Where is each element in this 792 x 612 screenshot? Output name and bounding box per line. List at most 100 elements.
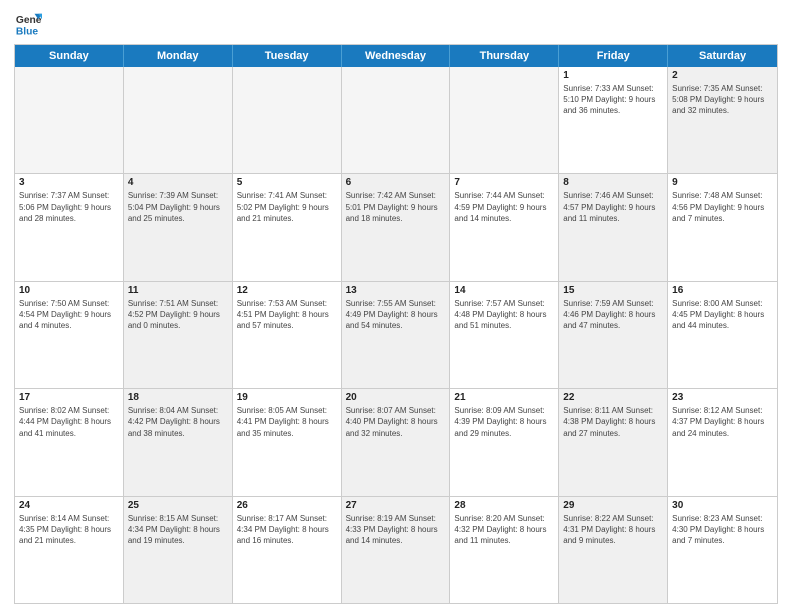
calendar-empty-cell [233,67,342,173]
day-info: Sunrise: 8:22 AM Sunset: 4:31 PM Dayligh… [563,513,663,547]
day-number: 22 [563,392,663,403]
logo: General Blue [14,10,42,38]
day-number: 1 [563,70,663,81]
calendar-day-8: 8Sunrise: 7:46 AM Sunset: 4:57 PM Daylig… [559,174,668,280]
day-info: Sunrise: 8:12 AM Sunset: 4:37 PM Dayligh… [672,405,773,439]
day-number: 4 [128,177,228,188]
calendar-day-26: 26 Sunrise: 8:17 AM Sunset: 4:34 PM Dayli… [233,497,342,603]
day-info: Sunrise: 7:48 AM Sunset: 4:56 PM Dayligh… [672,190,773,224]
calendar-day-21: 21Sunrise: 8:09 AM Sunset: 4:39 PM Dayli… [450,389,559,495]
day-info: Sunrise: 7:55 AM Sunset: 4:49 PM Dayligh… [346,298,446,332]
day-info: Sunrise: 8:23 AM Sunset: 4:30 PM Dayligh… [672,513,773,547]
day-info: Sunrise: 7:41 AM Sunset: 5:02 PM Dayligh… [237,190,337,224]
day-info: Sunrise: 7:35 AM Sunset: 5:08 PM Dayligh… [672,83,773,117]
weekday-header-wednesday: Wednesday [342,45,451,67]
calendar-day-23: 23Sunrise: 8:12 AM Sunset: 4:37 PM Dayli… [668,389,777,495]
calendar-row-4: 24Sunrise: 8:14 AM Sunset: 4:35 PM Dayli… [15,497,777,603]
calendar-day-2: 2 Sunrise: 7:35 AM Sunset: 5:08 PM Daylig… [668,67,777,173]
day-number: 5 [237,177,337,188]
weekday-header-thursday: Thursday [450,45,559,67]
calendar-day-14: 14 Sunrise: 7:57 AM Sunset: 4:48 PM Dayli… [450,282,559,388]
calendar-day-19: 19 Sunrise: 8:05 AM Sunset: 4:41 PM Dayli… [233,389,342,495]
day-info: Sunrise: 7:44 AM Sunset: 4:59 PM Dayligh… [454,190,554,224]
calendar-day-12: 12Sunrise: 7:53 AM Sunset: 4:51 PM Dayli… [233,282,342,388]
calendar-empty-cell [450,67,559,173]
day-info: Sunrise: 8:11 AM Sunset: 4:38 PM Dayligh… [563,405,663,439]
day-info: Sunrise: 7:42 AM Sunset: 5:01 PM Dayligh… [346,190,446,224]
day-info: Sunrise: 7:59 AM Sunset: 4:46 PM Dayligh… [563,298,663,332]
day-number: 27 [346,500,446,511]
day-info: Sunrise: 7:39 AM Sunset: 5:04 PM Dayligh… [128,190,228,224]
day-number: 7 [454,177,554,188]
calendar-day-11: 11 Sunrise: 7:51 AM Sunset: 4:52 PM Dayli… [124,282,233,388]
day-number: 2 [672,70,773,81]
day-number: 17 [19,392,119,403]
day-info: Sunrise: 8:17 AM Sunset: 4:34 PM Dayligh… [237,513,337,547]
day-number: 18 [128,392,228,403]
day-number: 10 [19,285,119,296]
calendar-day-25: 25 Sunrise: 8:15 AM Sunset: 4:34 PM Dayli… [124,497,233,603]
logo-icon: General Blue [14,10,42,38]
day-info: Sunrise: 8:20 AM Sunset: 4:32 PM Dayligh… [454,513,554,547]
day-number: 16 [672,285,773,296]
calendar-day-3: 3Sunrise: 7:37 AM Sunset: 5:06 PM Daylig… [15,174,124,280]
calendar-day-15: 15Sunrise: 7:59 AM Sunset: 4:46 PM Dayli… [559,282,668,388]
calendar-row-3: 17 Sunrise: 8:02 AM Sunset: 4:44 PM Dayli… [15,389,777,496]
day-info: Sunrise: 8:15 AM Sunset: 4:34 PM Dayligh… [128,513,228,547]
day-info: Sunrise: 7:57 AM Sunset: 4:48 PM Dayligh… [454,298,554,332]
svg-text:Blue: Blue [16,26,39,37]
page-header: General Blue [14,10,778,38]
calendar-body: 1 Sunrise: 7:33 AM Sunset: 5:10 PM Daylig… [15,67,777,603]
calendar-day-13: 13 Sunrise: 7:55 AM Sunset: 4:49 PM Dayli… [342,282,451,388]
calendar-day-10: 10 Sunrise: 7:50 AM Sunset: 4:54 PM Dayli… [15,282,124,388]
day-number: 29 [563,500,663,511]
day-number: 9 [672,177,773,188]
day-info: Sunrise: 8:14 AM Sunset: 4:35 PM Dayligh… [19,513,119,547]
day-number: 25 [128,500,228,511]
calendar-day-6: 6 Sunrise: 7:42 AM Sunset: 5:01 PM Daylig… [342,174,451,280]
day-info: Sunrise: 7:50 AM Sunset: 4:54 PM Dayligh… [19,298,119,332]
calendar-day-20: 20Sunrise: 8:07 AM Sunset: 4:40 PM Dayli… [342,389,451,495]
day-number: 6 [346,177,446,188]
day-number: 19 [237,392,337,403]
day-info: Sunrise: 8:00 AM Sunset: 4:45 PM Dayligh… [672,298,773,332]
day-info: Sunrise: 8:02 AM Sunset: 4:44 PM Dayligh… [19,405,119,439]
day-info: Sunrise: 8:09 AM Sunset: 4:39 PM Dayligh… [454,405,554,439]
day-number: 13 [346,285,446,296]
day-info: Sunrise: 8:07 AM Sunset: 4:40 PM Dayligh… [346,405,446,439]
calendar-header: SundayMondayTuesdayWednesdayThursdayFrid… [15,45,777,67]
calendar-row-1: 3Sunrise: 7:37 AM Sunset: 5:06 PM Daylig… [15,174,777,281]
calendar-day-22: 22 Sunrise: 8:11 AM Sunset: 4:38 PM Dayli… [559,389,668,495]
day-info: Sunrise: 8:19 AM Sunset: 4:33 PM Dayligh… [346,513,446,547]
calendar-empty-cell [15,67,124,173]
day-info: Sunrise: 7:46 AM Sunset: 4:57 PM Dayligh… [563,190,663,224]
calendar-day-28: 28 Sunrise: 8:20 AM Sunset: 4:32 PM Dayli… [450,497,559,603]
day-number: 26 [237,500,337,511]
calendar-day-18: 18Sunrise: 8:04 AM Sunset: 4:42 PM Dayli… [124,389,233,495]
day-number: 28 [454,500,554,511]
calendar-day-7: 7 Sunrise: 7:44 AM Sunset: 4:59 PM Daylig… [450,174,559,280]
calendar-day-24: 24Sunrise: 8:14 AM Sunset: 4:35 PM Dayli… [15,497,124,603]
calendar-day-5: 5 Sunrise: 7:41 AM Sunset: 5:02 PM Daylig… [233,174,342,280]
calendar-empty-cell [124,67,233,173]
calendar-day-29: 29 Sunrise: 8:22 AM Sunset: 4:31 PM Dayli… [559,497,668,603]
day-number: 11 [128,285,228,296]
day-number: 14 [454,285,554,296]
calendar-day-27: 27 Sunrise: 8:19 AM Sunset: 4:33 PM Dayli… [342,497,451,603]
day-number: 30 [672,500,773,511]
day-number: 3 [19,177,119,188]
day-info: Sunrise: 7:51 AM Sunset: 4:52 PM Dayligh… [128,298,228,332]
weekday-header-friday: Friday [559,45,668,67]
weekday-header-monday: Monday [124,45,233,67]
calendar: SundayMondayTuesdayWednesdayThursdayFrid… [14,44,778,604]
calendar-day-30: 30 Sunrise: 8:23 AM Sunset: 4:30 PM Dayli… [668,497,777,603]
calendar-day-17: 17 Sunrise: 8:02 AM Sunset: 4:44 PM Dayli… [15,389,124,495]
day-number: 12 [237,285,337,296]
calendar-day-9: 9 Sunrise: 7:48 AM Sunset: 4:56 PM Daylig… [668,174,777,280]
day-info: Sunrise: 7:33 AM Sunset: 5:10 PM Dayligh… [563,83,663,117]
calendar-row-2: 10 Sunrise: 7:50 AM Sunset: 4:54 PM Dayli… [15,282,777,389]
weekday-header-tuesday: Tuesday [233,45,342,67]
day-info: Sunrise: 8:05 AM Sunset: 4:41 PM Dayligh… [237,405,337,439]
calendar-row-0: 1 Sunrise: 7:33 AM Sunset: 5:10 PM Daylig… [15,67,777,174]
calendar-empty-cell [342,67,451,173]
